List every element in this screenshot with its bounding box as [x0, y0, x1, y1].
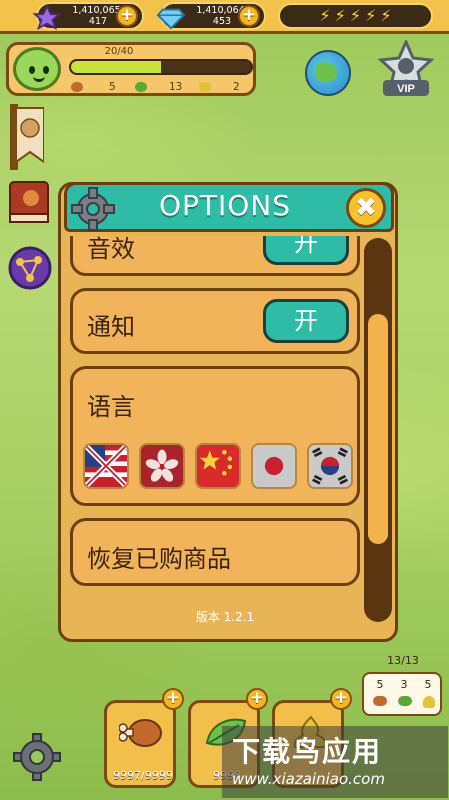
network-orb-icon[interactable] [6, 244, 54, 292]
options-list[interactable]: 音效 开 通知 开 语言 恢复已购商品 [62, 236, 362, 632]
star-currency: 1,410,065, 417 + [32, 2, 144, 30]
leaf-icon [135, 82, 147, 92]
sound-row: 音效 开 [70, 236, 360, 276]
close-button[interactable]: ✖ [346, 188, 386, 228]
notify-row: 通知 开 [70, 288, 360, 354]
needs-bubble: 5 3 5 [362, 672, 442, 716]
sound-toggle[interactable]: 开 [263, 236, 349, 265]
stat-poop: 2 [233, 81, 240, 93]
achievement-banner-icon[interactable] [10, 104, 44, 170]
pet-hp-text: 20/40 [104, 46, 134, 57]
language-row: 语言 [70, 366, 360, 506]
options-scroll-thumb[interactable] [368, 314, 388, 544]
bubble-food: 5 [376, 678, 384, 691]
meat-count: 9997/9999 [113, 769, 173, 782]
pet-status-panel[interactable]: 20/40 5 13 2 [6, 42, 256, 96]
vip-label: VIP [397, 83, 415, 95]
meat-food-slot[interactable]: 9997/9999 [104, 700, 176, 788]
bubble-count: 13/13 [387, 654, 419, 667]
add-poop-button[interactable]: + [330, 688, 352, 710]
energy-bolt-icon: ⚡ [380, 6, 392, 25]
stat-food: 5 [109, 81, 116, 93]
watermark-url: www.xiazainiao.com [232, 770, 385, 788]
add-leaf-button[interactable]: + [246, 688, 268, 710]
add-gems-button[interactable]: + [238, 5, 260, 27]
language-label: 语言 [87, 393, 135, 421]
energy-bolt-icon: ⚡ [334, 6, 346, 25]
meat-icon [71, 82, 83, 92]
energy-bolt-icon: ⚡ [319, 6, 331, 25]
watermark-title: 下载鸟应用 [232, 735, 383, 768]
add-stars-button[interactable]: + [116, 5, 138, 27]
stat-leaf: 13 [169, 81, 183, 93]
korea-flag-icon[interactable] [307, 443, 353, 489]
hongkong-flag-icon[interactable] [139, 443, 185, 489]
version-text: 版本 1.2.1 [195, 610, 255, 624]
energy-bar: ⚡ ⚡ ⚡ ⚡ ⚡ [278, 3, 433, 29]
meat-icon [119, 719, 162, 747]
sound-label: 音效 [87, 236, 135, 263]
diamond-icon [156, 8, 186, 30]
bubble-leaf: 3 [400, 678, 408, 691]
pet-hp-fill [71, 61, 161, 73]
restore-purchases-label: 恢复已购商品 [87, 545, 231, 573]
language-options [83, 443, 353, 493]
add-meat-button[interactable]: + [162, 688, 184, 710]
leaf-icon [397, 696, 412, 706]
currency-bar: 1,410,065, 417 + 1,410,064, 453 + ⚡ ⚡ ⚡ … [0, 0, 449, 34]
bubble-poop: 5 [424, 678, 432, 691]
meat-icon [373, 696, 388, 706]
notify-label: 通知 [87, 313, 135, 341]
energy-bolt-icon: ⚡ [365, 6, 377, 25]
vip-badge[interactable]: VIP [377, 40, 435, 100]
world-map-button[interactable] [305, 50, 351, 96]
pet-hp-bar [69, 59, 253, 75]
options-title: OPTIONS [158, 189, 292, 222]
china-flag-icon[interactable] [195, 443, 241, 489]
settings-gear-icon[interactable] [12, 732, 62, 782]
encyclopedia-book-icon[interactable] [6, 178, 52, 226]
restore-row[interactable]: 恢复已购商品 [70, 518, 360, 586]
gem-currency: 1,410,064, 453 + [156, 2, 266, 30]
english-flag-icon[interactable] [83, 443, 129, 489]
star-icon [32, 4, 62, 30]
pet-avatar[interactable] [13, 47, 61, 91]
notify-toggle[interactable]: 开 [263, 299, 349, 343]
poop-icon [422, 696, 435, 708]
close-icon: ✖ [355, 193, 377, 223]
energy-bolt-icon: ⚡ [349, 6, 362, 25]
japan-flag-icon[interactable] [251, 443, 297, 489]
pet-stats: 5 13 2 [69, 81, 259, 95]
poop-icon [199, 82, 211, 92]
